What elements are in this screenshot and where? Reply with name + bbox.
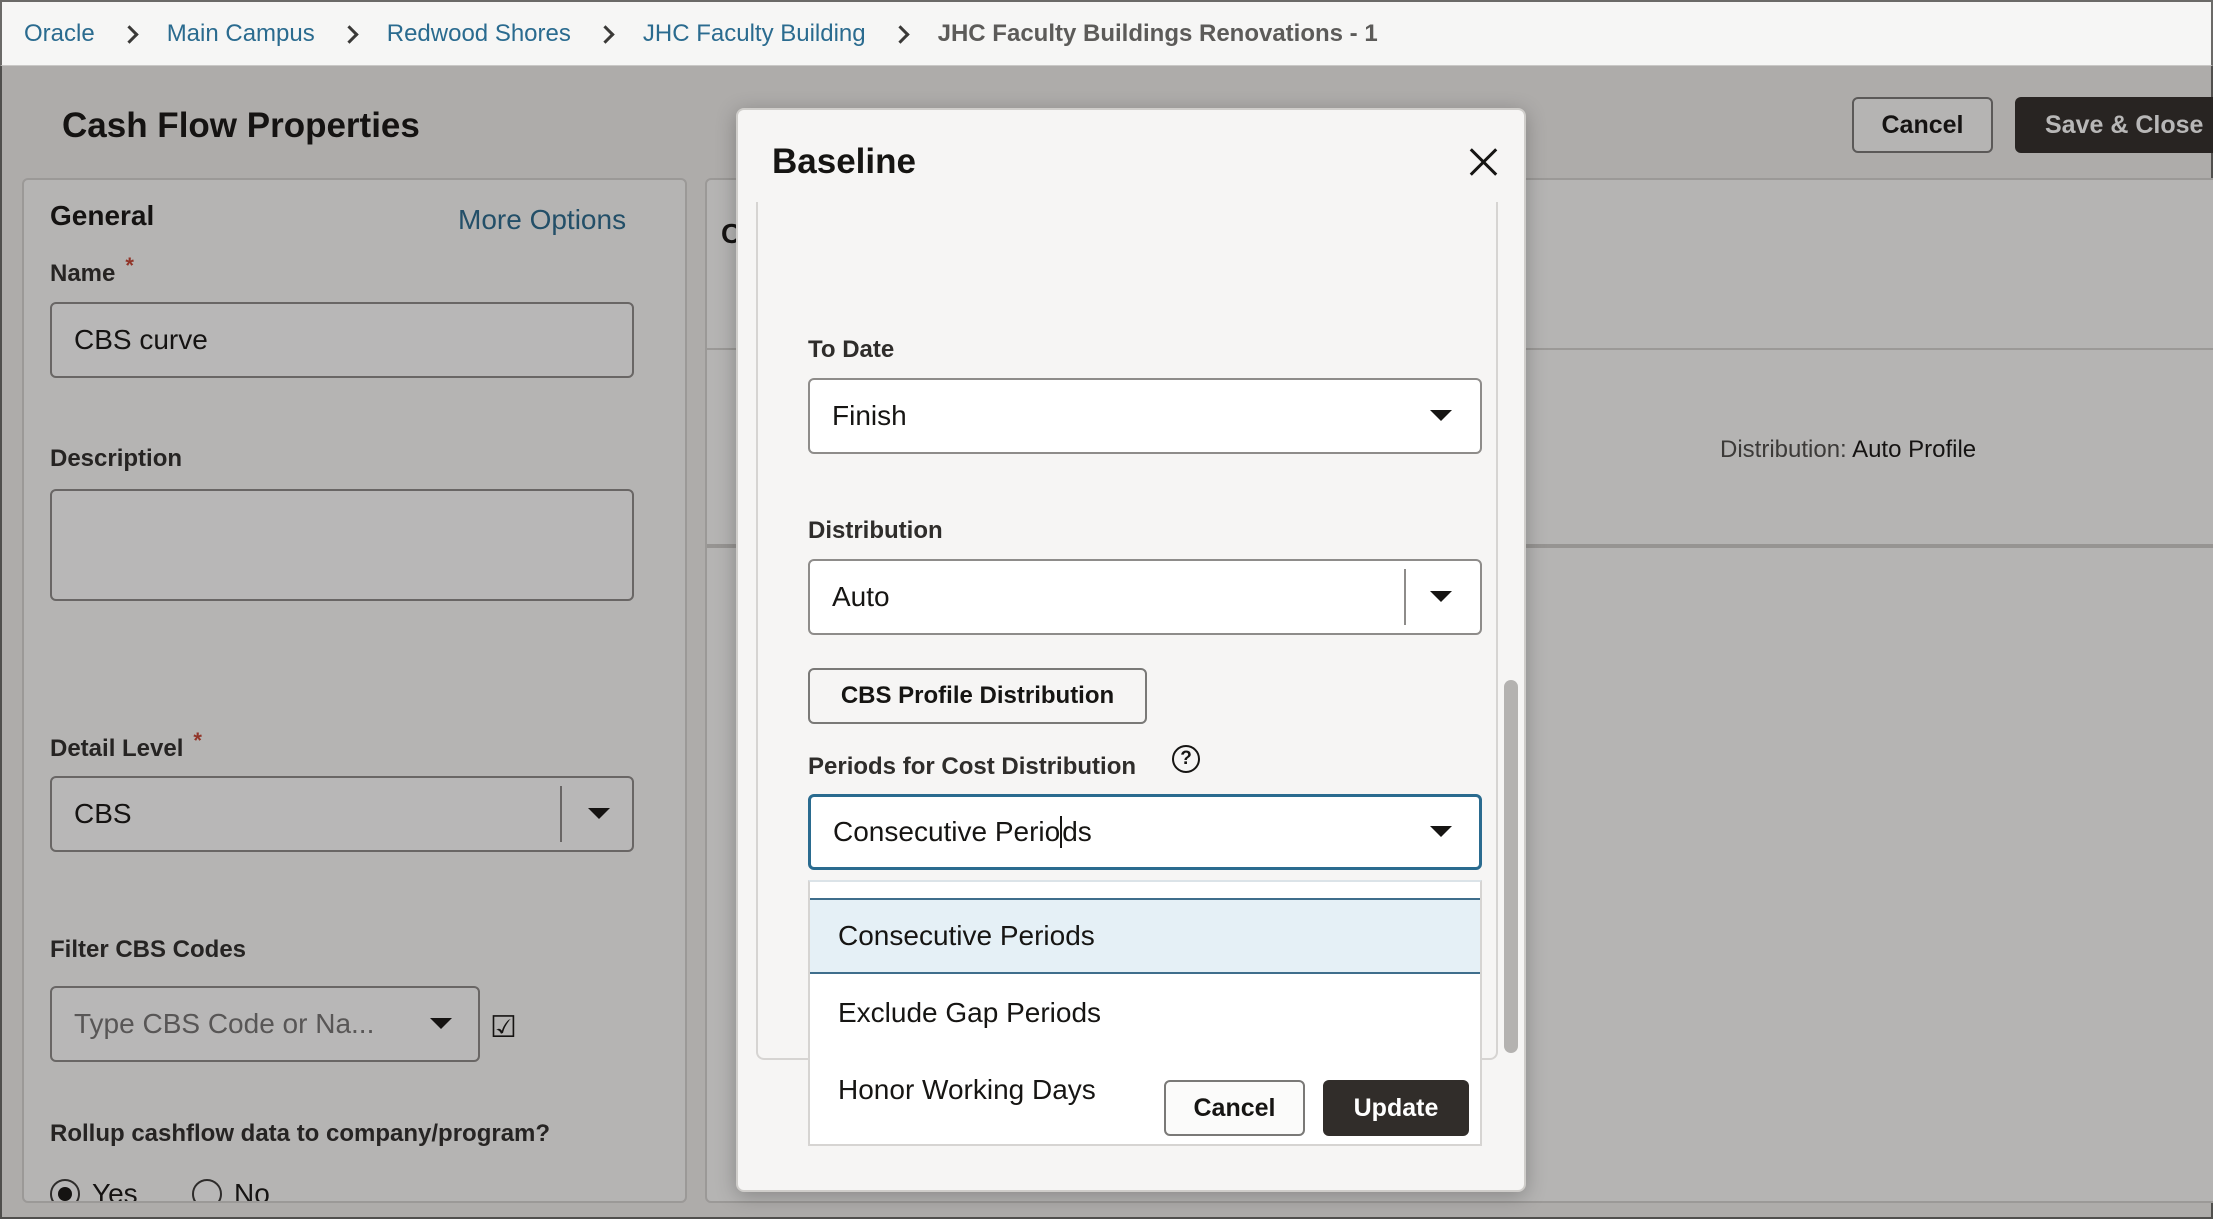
breadcrumb-link-jhc-faculty-building[interactable]: JHC Faculty Building — [643, 20, 866, 48]
chevron-down-icon[interactable] — [1430, 591, 1452, 602]
dialog-cancel-button[interactable]: Cancel — [1164, 1080, 1305, 1136]
distribution-label: Distribution — [808, 517, 943, 544]
chevron-down-icon[interactable] — [1430, 410, 1452, 421]
baseline-dialog: Baseline To Date Finish Distribution Aut… — [736, 108, 1526, 1192]
to-date-label: To Date — [808, 336, 895, 363]
chevron-right-icon — [341, 25, 359, 43]
dialog-body: To Date Finish Distribution Auto CBS Pro… — [756, 202, 1498, 1146]
breadcrumb: Oracle Main Campus Redwood Shores JHC Fa… — [0, 0, 2213, 66]
update-button[interactable]: Update — [1323, 1080, 1469, 1136]
distribution-select[interactable]: Auto — [808, 559, 1482, 635]
breadcrumb-link-main-campus[interactable]: Main Campus — [167, 20, 315, 48]
chevron-right-icon — [597, 25, 615, 43]
chevron-right-icon — [892, 25, 910, 43]
periods-select[interactable]: Consecutive Perio ds — [808, 794, 1482, 870]
select-divider — [1404, 569, 1406, 625]
breadcrumb-current: JHC Faculty Buildings Renovations - 1 — [937, 19, 1378, 47]
cbs-profile-distribution-button[interactable]: CBS Profile Distribution — [808, 668, 1147, 724]
chevron-right-icon — [121, 25, 139, 43]
chevron-up-down-icon[interactable] — [1430, 826, 1452, 837]
breadcrumb-link-redwood-shores[interactable]: Redwood Shores — [387, 20, 571, 48]
breadcrumb-link-oracle[interactable]: Oracle — [24, 20, 95, 48]
dropdown-option-consecutive-periods[interactable]: Consecutive Periods — [810, 898, 1480, 974]
close-icon[interactable] — [1466, 144, 1502, 180]
dropdown-option-exclude-gap-periods[interactable]: Exclude Gap Periods — [810, 975, 1480, 1051]
help-icon[interactable]: ? — [1172, 745, 1200, 773]
dialog-scrollbar[interactable] — [1504, 680, 1518, 1053]
to-date-select[interactable]: Finish — [808, 378, 1482, 454]
periods-label: Periods for Cost Distribution — [808, 753, 1137, 780]
dialog-title: Baseline — [772, 142, 916, 181]
